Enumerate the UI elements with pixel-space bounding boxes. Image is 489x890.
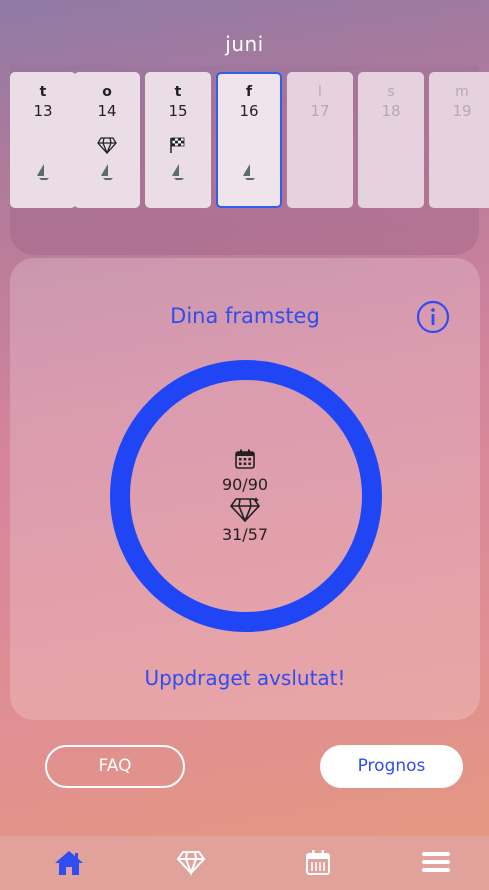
- day-weekday: t: [39, 84, 47, 100]
- day-date: 16: [239, 102, 259, 120]
- diamonds-count: 31/57: [221, 525, 269, 544]
- day-weekday: l: [318, 84, 322, 100]
- diamond-icon: [170, 496, 320, 524]
- month-title: juni: [225, 32, 264, 56]
- day-strip[interactable]: t 13 o 14 t 15 f 16 l 17 s 18 m 19: [10, 72, 489, 209]
- prognos-button[interactable]: Prognos: [320, 745, 463, 788]
- progress-title: Dina framsteg: [170, 304, 320, 328]
- calendar-icon: [170, 448, 320, 474]
- day-weekday: m: [455, 84, 469, 100]
- day-weekday: t: [174, 84, 182, 100]
- calendar-icon[interactable]: [304, 848, 344, 880]
- drop-icon: [10, 163, 76, 183]
- bottom-nav: [0, 836, 489, 890]
- day-card[interactable]: o 14: [74, 72, 140, 208]
- day-card[interactable]: t 13: [10, 72, 76, 208]
- flag-icon: [145, 136, 211, 156]
- drop-icon: [145, 163, 211, 183]
- menu-icon[interactable]: [420, 848, 460, 880]
- day-card[interactable]: s 18: [358, 72, 424, 208]
- day-card[interactable]: l 17: [287, 72, 353, 208]
- home-icon[interactable]: [52, 848, 92, 880]
- day-date: 19: [452, 102, 472, 120]
- info-icon[interactable]: [416, 300, 450, 334]
- progress-panel: Dina framsteg 90/90 31/57 Uppdraget avsl…: [10, 258, 480, 720]
- status-bar: [0, 0, 489, 22]
- day-date: 17: [310, 102, 330, 120]
- faq-button[interactable]: FAQ: [45, 745, 185, 788]
- day-weekday: f: [245, 84, 253, 100]
- day-card-selected[interactable]: f 16: [216, 72, 282, 208]
- mission-status: Uppdraget avslutat!: [144, 666, 346, 690]
- day-date: 18: [381, 102, 401, 120]
- diamond-icon[interactable]: [176, 848, 216, 880]
- diamond-icon: [74, 136, 140, 156]
- drop-icon: [218, 163, 280, 183]
- day-card[interactable]: m 19: [429, 72, 489, 208]
- day-date: 14: [97, 102, 117, 120]
- day-card[interactable]: t 15: [145, 72, 211, 208]
- day-date: 15: [168, 102, 188, 120]
- progress-summary: 90/90 31/57: [170, 448, 320, 546]
- day-weekday: s: [387, 84, 395, 100]
- day-weekday: o: [102, 84, 112, 100]
- day-date: 13: [33, 102, 53, 120]
- days-count: 90/90: [221, 475, 269, 494]
- drop-icon: [74, 163, 140, 183]
